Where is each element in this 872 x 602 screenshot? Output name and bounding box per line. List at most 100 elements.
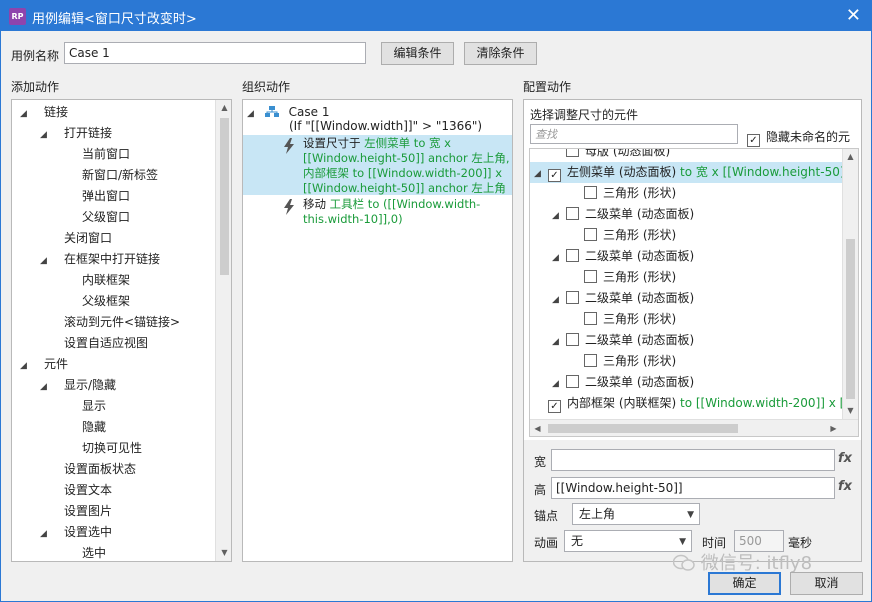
- widget-checkbox[interactable]: [584, 270, 597, 283]
- height-fx-button[interactable]: fx: [838, 479, 852, 494]
- cancel-button[interactable]: 取消: [790, 572, 863, 595]
- widget-tree-row[interactable]: ◢ 二级菜单 (动态面板): [530, 288, 842, 309]
- collapse-triangle-icon[interactable]: ◢: [534, 164, 548, 185]
- collapse-triangle-icon[interactable]: ◢: [40, 125, 54, 146]
- add-action-item[interactable]: ◢ 打开链接: [40, 123, 112, 144]
- widget-tree-row[interactable]: 母版 (动态面板): [530, 149, 842, 162]
- add-action-item[interactable]: 显示: [58, 396, 106, 417]
- scroll-down-arrow-icon[interactable]: ▼: [843, 403, 858, 418]
- clear-condition-button[interactable]: 清除条件: [464, 42, 537, 65]
- widget-tree-row[interactable]: 三角形 (形状): [530, 309, 842, 330]
- add-action-item[interactable]: ◢ 链接: [20, 102, 68, 123]
- collapse-triangle-icon[interactable]: ◢: [552, 248, 566, 269]
- add-action-item[interactable]: 父级窗口: [58, 207, 130, 228]
- add-action-item[interactable]: ◢ 显示/隐藏: [40, 375, 116, 396]
- widget-tree-row[interactable]: 三角形 (形状): [530, 183, 842, 204]
- widget-checkbox[interactable]: [584, 354, 597, 367]
- scroll-thumb[interactable]: [846, 239, 855, 399]
- widget-checkbox[interactable]: ✓: [548, 169, 561, 182]
- action-set-size[interactable]: 设置尺寸于 左侧菜单 to 宽 x [[Window.height-50]] a…: [243, 135, 512, 195]
- add-action-item[interactable]: ◢ 设置选中: [40, 522, 112, 543]
- add-action-item[interactable]: ◢ 在框架中打开链接: [40, 249, 160, 270]
- add-action-item[interactable]: 父级框架: [58, 291, 130, 312]
- height-input[interactable]: [[Window.height-50]]: [551, 477, 835, 499]
- add-action-item[interactable]: 新窗口/新标签: [58, 165, 158, 186]
- widget-label: 二级菜单 (动态面板): [585, 207, 695, 221]
- add-action-item[interactable]: 滚动到元件<锚链接>: [40, 312, 180, 333]
- width-label: 宽: [534, 455, 547, 469]
- width-input[interactable]: [551, 449, 835, 471]
- action2-line1: 工具栏 to ([[Window.width-: [329, 197, 481, 211]
- widget-tree-row[interactable]: ◢ 二级菜单 (动态面板): [530, 372, 842, 393]
- add-action-item[interactable]: 选中: [58, 543, 106, 561]
- scroll-down-arrow-icon[interactable]: ▼: [217, 545, 231, 560]
- widget-checkbox[interactable]: [584, 312, 597, 325]
- case-name-input[interactable]: Case 1: [64, 42, 366, 64]
- add-action-item[interactable]: 切换可见性: [58, 438, 142, 459]
- collapse-triangle-icon[interactable]: ◢: [552, 374, 566, 395]
- scroll-up-arrow-icon[interactable]: ▲: [217, 100, 231, 115]
- widget-checkbox[interactable]: [566, 207, 579, 220]
- scroll-left-arrow-icon[interactable]: ◀: [530, 421, 545, 436]
- collapse-triangle-icon[interactable]: ◢: [40, 251, 54, 272]
- add-action-item[interactable]: 隐藏: [58, 417, 106, 438]
- widget-tree-row[interactable]: 三角形 (形状): [530, 351, 842, 372]
- collapse-triangle-icon[interactable]: ◢: [552, 206, 566, 227]
- widget-resize-summary: to 宽 x [[Window.height-50]] anchor: [680, 165, 842, 179]
- widget-checkbox[interactable]: [566, 375, 579, 388]
- scroll-right-arrow-icon[interactable]: ▶: [826, 421, 841, 436]
- action-move[interactable]: 移动 工具栏 to ([[Window.width- this.width-10…: [243, 196, 512, 228]
- ok-button[interactable]: 确定: [708, 572, 781, 595]
- add-action-item[interactable]: 设置面板状态: [40, 459, 136, 480]
- add-action-item[interactable]: 弹出窗口: [58, 186, 130, 207]
- collapse-triangle-icon[interactable]: ◢: [552, 290, 566, 311]
- add-actions-scrollbar[interactable]: ▲ ▼: [215, 100, 231, 561]
- add-action-label: 关闭窗口: [64, 231, 113, 245]
- widget-checkbox[interactable]: [584, 186, 597, 199]
- collapse-triangle-icon[interactable]: ◢: [552, 332, 566, 353]
- widget-checkbox[interactable]: ✓: [548, 400, 561, 413]
- add-action-item[interactable]: 设置图片: [40, 501, 112, 522]
- add-action-label: 设置文本: [64, 483, 113, 497]
- widget-label: 三角形 (形状): [603, 186, 677, 200]
- widget-tree-row[interactable]: ◢ 二级菜单 (动态面板): [530, 246, 842, 267]
- widget-search-input[interactable]: 查找: [530, 124, 738, 144]
- scroll-thumb[interactable]: [220, 118, 229, 275]
- action2-verb: 移动: [303, 197, 326, 211]
- add-action-item[interactable]: 关闭窗口: [40, 228, 112, 249]
- edit-condition-button[interactable]: 编辑条件: [381, 42, 454, 65]
- action2-line2: this.width-10]],0): [303, 212, 403, 226]
- add-action-item[interactable]: 设置自适应视图: [40, 333, 148, 354]
- widget-checkbox[interactable]: [566, 149, 579, 157]
- collapse-triangle-icon[interactable]: ◢: [20, 356, 34, 377]
- add-action-item[interactable]: 设置文本: [40, 480, 112, 501]
- widget-checkbox[interactable]: [566, 249, 579, 262]
- widget-tree-vscroll[interactable]: ▲ ▼: [842, 149, 858, 419]
- widget-tree-row[interactable]: ◢ 二级菜单 (动态面板): [530, 204, 842, 225]
- widget-checkbox[interactable]: [566, 333, 579, 346]
- widget-checkbox[interactable]: [566, 291, 579, 304]
- widget-tree-row[interactable]: 三角形 (形状): [530, 225, 842, 246]
- close-icon[interactable]: ✕: [846, 5, 861, 26]
- widget-tree-row[interactable]: 三角形 (形状): [530, 267, 842, 288]
- widget-label: 母版 (动态面板): [585, 149, 671, 158]
- widget-tree-hscroll[interactable]: ◀ ▶: [530, 419, 858, 436]
- hscroll-thumb[interactable]: [548, 424, 738, 433]
- add-action-label: 设置图片: [64, 504, 113, 518]
- widget-tree-row[interactable]: ◢ ✓ 左侧菜单 (动态面板) to 宽 x [[Window.height-50]…: [530, 162, 842, 183]
- add-action-item[interactable]: ◢ 元件: [20, 354, 68, 375]
- widget-tree-row[interactable]: ✓ 内部框架 (内联框架) to [[Window.width-200]] x […: [530, 393, 842, 414]
- add-action-item[interactable]: 当前窗口: [58, 144, 130, 165]
- collapse-triangle-icon[interactable]: ◢: [40, 524, 54, 545]
- scroll-up-arrow-icon[interactable]: ▲: [843, 149, 858, 164]
- add-action-item[interactable]: 内联框架: [58, 270, 130, 291]
- width-fx-button[interactable]: fx: [838, 451, 852, 466]
- anchor-select[interactable]: 左上角 ▼: [572, 503, 700, 525]
- add-action-label: 显示: [82, 399, 107, 413]
- collapse-triangle-icon[interactable]: ◢: [40, 377, 54, 398]
- collapse-triangle-icon[interactable]: ◢: [247, 104, 261, 125]
- hide-unnamed-check-icon[interactable]: ✓: [747, 134, 760, 147]
- widget-checkbox[interactable]: [584, 228, 597, 241]
- widget-tree-row[interactable]: ◢ 二级菜单 (动态面板): [530, 330, 842, 351]
- collapse-triangle-icon[interactable]: ◢: [20, 104, 34, 125]
